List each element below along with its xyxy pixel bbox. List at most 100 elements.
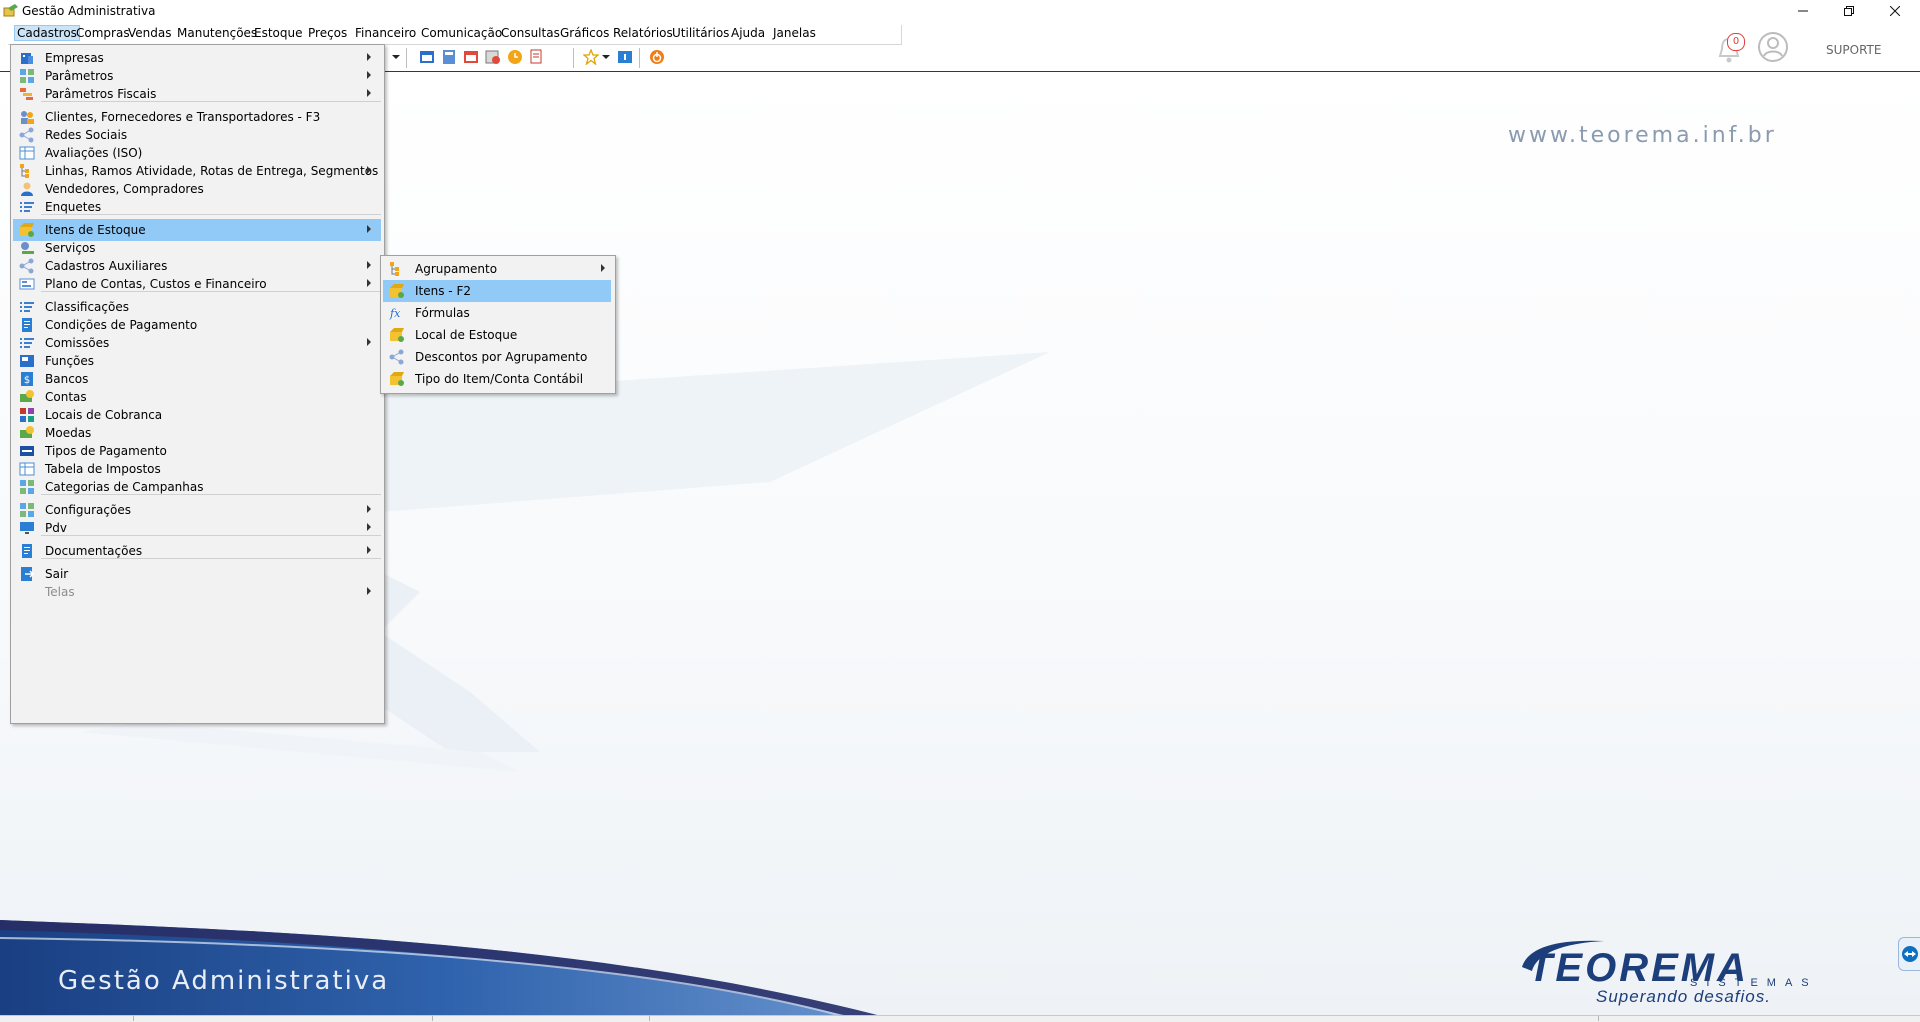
menu-item-label: Documentações [45,544,143,558]
menu-item-label: Telas [45,585,75,599]
window-title: Gestão Administrativa [22,4,156,18]
menu-separator [41,101,381,102]
menu-item-label: Descontos por Agrupamento [415,350,588,364]
menu-financeiro[interactable]: Financeiro [353,26,418,40]
menu-compras[interactable]: Compras [74,26,132,40]
menu-item-label: Serviços [45,241,96,255]
menu-item-label: Locais de Cobranca [45,408,163,422]
building-icon [19,50,35,66]
submenu-arrow-icon [367,546,371,554]
submenu-arrow-icon [367,523,371,531]
agenda-icon[interactable] [463,49,479,65]
menu-item-label: Redes Sociais [45,128,128,142]
network-icon [389,349,405,365]
menu-consultas[interactable]: Consultas [499,26,562,40]
menu-estoque[interactable]: Estoque [252,26,305,40]
menu-separator [41,535,381,536]
clock-icon[interactable] [507,49,523,65]
menu-item-label: Categorias de Campanhas [45,480,204,494]
menu-precos[interactable]: Preços [306,26,349,40]
menu-item-label: Avaliações (ISO) [45,146,143,160]
menu-item-label: Parâmetros [45,69,114,83]
menu-separator [41,494,381,495]
submenu-item-agrupamento[interactable]: Agrupamento [383,258,611,280]
menu-item-label: Bancos [45,372,89,386]
menu-manutencoes[interactable]: Manutenções [175,26,259,40]
dropdown-arrow-icon[interactable] [601,49,611,65]
menu-janelas[interactable]: Janelas [771,26,818,40]
submenu-arrow-icon [367,261,371,269]
menu-relatorios[interactable]: Relatórios [611,26,675,40]
notification-badge: 0 [1727,33,1745,51]
banner-title: Gestão Administrativa [58,966,390,996]
dropdown-arrow-icon[interactable] [391,49,401,65]
submenu-arrow-icon [367,53,371,61]
status-divider [432,1016,433,1021]
box-icon [389,327,405,343]
menu-item-label: Configurações [45,503,131,517]
schedule-icon[interactable] [485,49,501,65]
menu-item-telas[interactable]: Telas [13,581,381,603]
app-icon [3,4,18,17]
menu-item-label: Plano de Contas, Custos e Financeiro [45,277,267,291]
accounts-icon [19,276,35,292]
menu-separator [41,291,381,292]
calendar-icon[interactable] [419,49,435,65]
calculator-icon[interactable] [441,49,457,65]
money-icon [19,425,35,441]
network-icon [19,127,35,143]
menu-item-label: Classificações [45,300,129,314]
minimize-button[interactable] [1780,0,1826,23]
submenu-arrow-icon [367,225,371,233]
restore-button[interactable] [1826,0,1872,23]
submenu-item-formulas[interactable]: fx Fórmulas [383,302,611,324]
star-icon[interactable] [583,49,599,65]
menu-item-label: Itens de Estoque [45,223,146,237]
logo-tagline: Superando desafios. [1596,987,1771,1006]
menu-comunicacao[interactable]: Comunicação [419,26,504,40]
submenu-item-descontos-por-agrupamento[interactable]: Descontos por Agrupamento [383,346,611,368]
document-icon [19,317,35,333]
service-icon [19,240,35,256]
itens-estoque-submenu: Agrupamento Itens - F2 fx Fórmulas Local de … [380,255,616,394]
submenu-item-tipo-do-item-conta-contabil[interactable]: Tipo do Item/Conta Contábil [383,368,611,390]
user-name[interactable]: SUPORTE [1826,43,1881,57]
cadastros-dropdown: Empresas Parâmetros Parâmetros Fiscais Clie… [10,44,385,724]
menu-item-label: Tabela de Impostos [45,462,161,476]
teamviewer-icon [1902,946,1918,962]
document-icon [19,543,35,559]
svg-text:fx: fx [389,307,401,320]
network-icon [19,258,35,274]
submenu-item-itens-f2[interactable]: Itens - F2 [383,280,611,302]
list-icon [19,299,35,315]
menu-item-label: Enquetes [45,200,102,214]
restore-icon [1844,6,1854,16]
info-icon[interactable] [617,49,633,65]
submenu-arrow-icon [601,264,605,272]
menu-item-label: Pdv [45,521,67,535]
menu-item-label: Cadastros Auxiliares [45,259,168,273]
toolbar-separator [573,48,574,68]
menu-vendas[interactable]: Vendas [126,26,174,40]
grid-icon [19,502,35,518]
menu-ajuda[interactable]: Ajuda [729,26,767,40]
menu-item-label: Tipo do Item/Conta Contábil [415,372,584,386]
box-icon [389,283,405,299]
submenu-arrow-icon [367,587,371,595]
menu-item-label: Clientes, Fornecedores e Transportadores… [45,110,321,124]
report-icon[interactable] [529,49,545,65]
submenu-item-local-de-estoque[interactable]: Local de Estoque [383,324,611,346]
menu-cadastros[interactable]: Cadastros [14,25,80,41]
menu-utilitarios[interactable]: Utilitários [670,26,731,40]
toolbar-separator [406,48,407,68]
user-avatar-icon[interactable] [1757,31,1789,63]
tree-icon [19,163,35,179]
remote-support-tab[interactable] [1898,937,1920,971]
status-divider [1598,1016,1599,1021]
power-icon[interactable] [649,49,665,65]
close-icon [1889,5,1901,17]
list-icon [19,335,35,351]
submenu-arrow-icon [367,71,371,79]
menu-graficos[interactable]: Gráficos [558,26,611,40]
close-button[interactable] [1872,0,1918,23]
